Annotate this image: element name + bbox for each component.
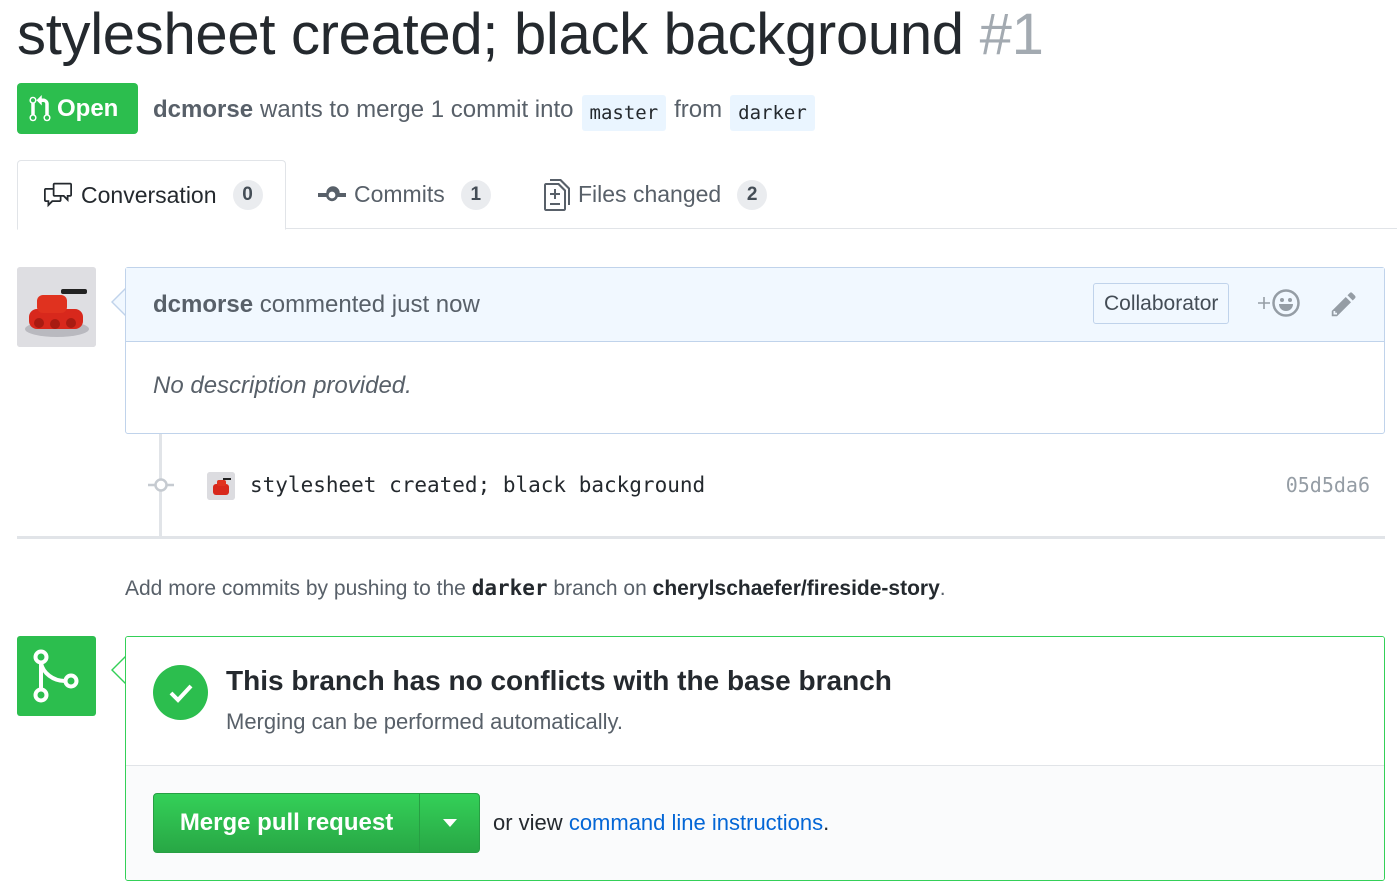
commit-author-avatar[interactable] bbox=[207, 472, 235, 500]
tab-counter: 1 bbox=[460, 179, 491, 210]
comment-header: dcmorse commented just now Collaborator bbox=[126, 268, 1384, 342]
merge-box: This branch has no conflicts with the ba… bbox=[125, 636, 1385, 881]
command-line-instructions-link[interactable]: command line instructions bbox=[569, 810, 823, 835]
comment-author[interactable]: dcmorse bbox=[153, 291, 253, 319]
hint-prefix: Add more commits by pushing to the bbox=[125, 577, 466, 600]
hint-branch: darker bbox=[471, 576, 548, 600]
file-diff-icon bbox=[544, 178, 570, 211]
git-commit-icon bbox=[148, 478, 174, 492]
comment: dcmorse commented just now Collaborator … bbox=[125, 267, 1385, 434]
page-title: stylesheet created; black background #1 bbox=[17, 0, 1044, 70]
alt-prefix: or view bbox=[493, 810, 563, 835]
tab-label: Files changed bbox=[578, 181, 722, 207]
tab-conversation[interactable]: Conversation 0 bbox=[17, 160, 286, 230]
pr-tabs: Conversation 0 Commits 1 Files changed 2 bbox=[17, 160, 1397, 230]
merge-status-title: This branch has no conflicts with the ba… bbox=[226, 665, 892, 696]
tab-label: Commits bbox=[354, 181, 445, 207]
status-label: Open bbox=[57, 94, 119, 122]
base-branch[interactable]: master bbox=[581, 95, 667, 131]
comment-body: No description provided. bbox=[153, 372, 412, 399]
tab-counter: 0 bbox=[232, 180, 263, 210]
alt-instructions: or view command line instructions. bbox=[493, 810, 829, 836]
merge-text: wants to merge 1 commit into bbox=[260, 96, 574, 123]
status-badge: Open bbox=[17, 83, 138, 134]
role-badge: Collaborator bbox=[1093, 283, 1230, 324]
smiley-icon bbox=[1272, 289, 1300, 317]
merge-options-dropdown[interactable] bbox=[420, 794, 479, 852]
push-hint: Add more commits by pushing to the darke… bbox=[125, 576, 946, 601]
avatar[interactable] bbox=[17, 267, 96, 347]
comment-time[interactable]: just now bbox=[392, 291, 480, 319]
hint-suffix: . bbox=[939, 577, 946, 600]
edit-button[interactable] bbox=[1330, 290, 1358, 325]
merge-pointer bbox=[111, 656, 126, 684]
check-circle-icon bbox=[153, 665, 208, 720]
pr-meta: dcmorse wants to merge 1 commit into mas… bbox=[153, 90, 823, 131]
pr-title: stylesheet created; black background bbox=[17, 2, 964, 67]
hint-repo: cherylschaefer/fireside-story bbox=[652, 577, 940, 600]
merge-pull-request-button[interactable]: Merge pull request bbox=[154, 794, 420, 852]
git-commit-icon bbox=[318, 185, 346, 201]
tab-commits[interactable]: Commits 1 bbox=[318, 160, 491, 229]
tab-label: Conversation bbox=[81, 181, 217, 208]
merge-status-icon bbox=[17, 636, 96, 716]
from-text: from bbox=[674, 96, 723, 123]
head-branch[interactable]: darker bbox=[730, 95, 815, 131]
git-merge-icon bbox=[33, 649, 78, 703]
commit-message-link[interactable]: stylesheet created; black background bbox=[250, 470, 705, 500]
caret-down-icon bbox=[442, 819, 457, 827]
tank-avatar-image bbox=[17, 267, 96, 347]
hint-middle: branch on bbox=[553, 577, 647, 600]
tab-files-changed[interactable]: Files changed 2 bbox=[544, 160, 768, 229]
timeline-divider bbox=[17, 536, 1385, 539]
merge-status-subtitle: Merging can be performed automatically. bbox=[226, 709, 624, 734]
merge-button-group: Merge pull request bbox=[153, 793, 480, 853]
comment-discussion-icon bbox=[44, 182, 72, 208]
pr-number: #1 bbox=[979, 2, 1044, 67]
comment-action: commented bbox=[259, 290, 386, 318]
author-link[interactable]: dcmorse bbox=[153, 96, 253, 124]
plus-icon bbox=[1258, 297, 1270, 309]
git-pull-request-icon bbox=[29, 94, 51, 121]
tab-counter: 2 bbox=[737, 179, 768, 210]
alt-suffix: . bbox=[823, 810, 830, 835]
comment-pointer bbox=[111, 288, 126, 316]
commit-sha-link[interactable]: 05d5da6 bbox=[1286, 470, 1370, 500]
pencil-icon bbox=[1331, 292, 1356, 317]
add-reaction-button[interactable] bbox=[1257, 288, 1301, 318]
